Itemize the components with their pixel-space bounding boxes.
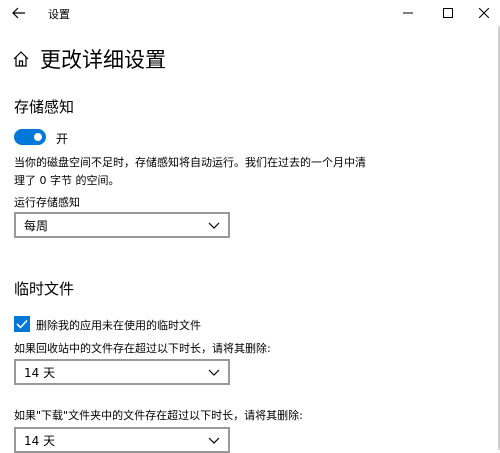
page-title: 更改详细设置	[40, 48, 166, 72]
downloads-dropdown[interactable]: 14 天	[14, 427, 230, 453]
delete-temp-files-label: 删除我的应用未在使用的临时文件	[36, 319, 201, 332]
title-bar: 设置	[0, 0, 500, 26]
storage-sense-description: 当你的磁盘空间不足时，存储感知将自动运行。我们在过去的一个月中清理了 0 字节 …	[14, 156, 366, 187]
toggle-knob	[34, 133, 42, 141]
maximize-icon	[443, 8, 453, 18]
arrow-left-icon	[12, 7, 25, 19]
chevron-down-icon	[208, 437, 220, 444]
storage-sense-toggle[interactable]	[14, 129, 46, 145]
temp-files-heading: 临时文件	[14, 280, 75, 298]
chevron-down-icon	[208, 369, 220, 376]
maximize-button[interactable]	[428, 0, 468, 26]
checkmark-icon	[16, 319, 28, 329]
recycle-bin-label: 如果回收站中的文件存在超过以下时长，请将其删除:	[14, 342, 271, 355]
recycle-bin-dropdown[interactable]: 14 天	[14, 359, 230, 385]
run-storage-sense-label: 运行存储感知	[14, 196, 80, 209]
downloads-label: 如果"下载"文件夹中的文件存在超过以下时长，请将其删除:	[14, 409, 303, 422]
back-button[interactable]	[8, 2, 30, 24]
dropdown-value: 每周	[24, 218, 49, 233]
dropdown-value: 14 天	[24, 365, 56, 380]
storage-sense-heading: 存储感知	[14, 98, 75, 116]
close-icon	[479, 8, 489, 18]
page-header: 更改详细设置	[12, 44, 166, 74]
home-icon[interactable]	[12, 50, 30, 68]
run-storage-sense-dropdown[interactable]: 每周	[14, 212, 230, 238]
minimize-icon	[403, 12, 413, 14]
app-title: 设置	[48, 8, 70, 21]
minimize-button[interactable]	[388, 0, 428, 26]
chevron-down-icon	[208, 222, 220, 229]
dropdown-value: 14 天	[24, 433, 56, 448]
delete-temp-files-checkbox[interactable]	[14, 316, 30, 332]
toggle-label: 开	[56, 132, 69, 146]
close-button[interactable]	[468, 0, 500, 26]
